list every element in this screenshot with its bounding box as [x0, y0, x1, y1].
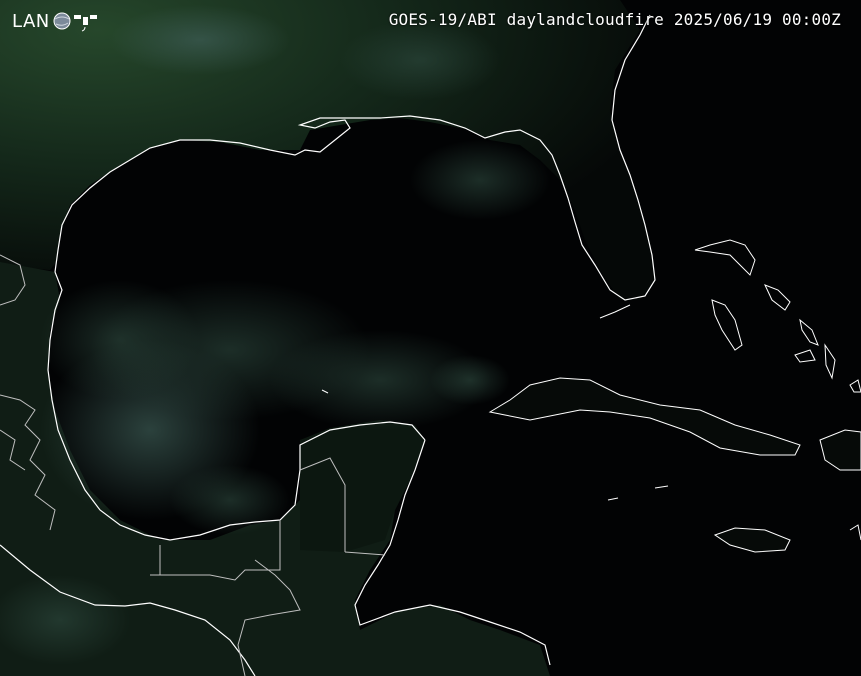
globe-satellite-icon	[53, 12, 97, 32]
logo: LAN	[12, 10, 100, 32]
image-title: GOES-19/ABI daylandcloudfire 2025/06/19 …	[388, 10, 841, 29]
logo-text: LAN	[12, 10, 50, 32]
satellite-map	[0, 0, 861, 676]
